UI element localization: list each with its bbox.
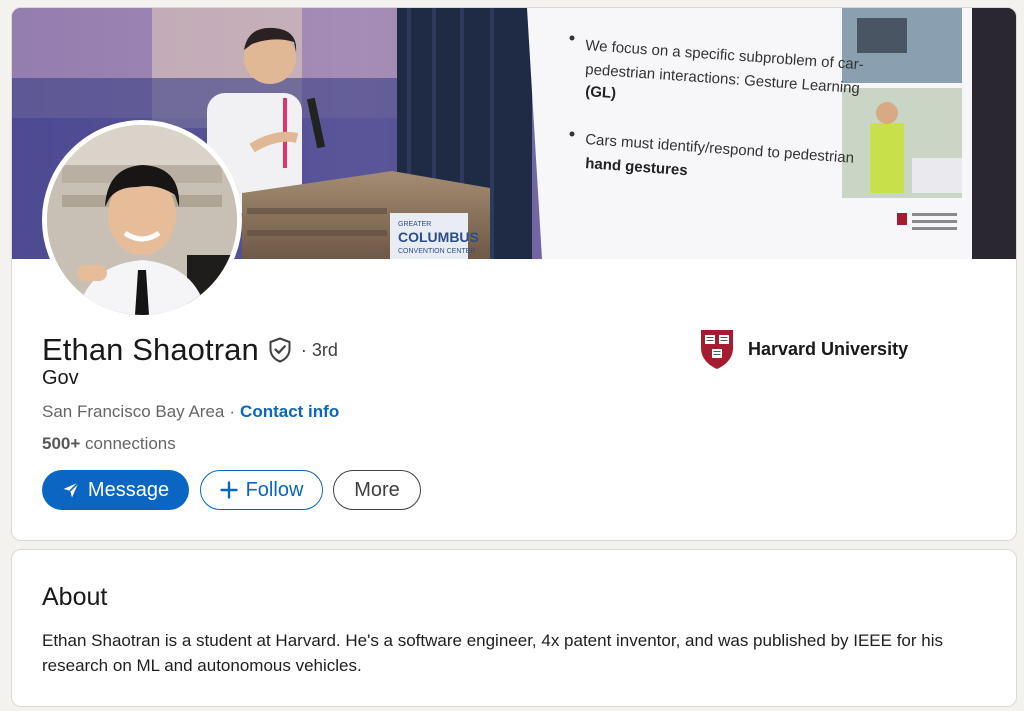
- follow-button[interactable]: Follow: [200, 470, 323, 510]
- location-separator: ·: [229, 402, 236, 421]
- about-text: Ethan Shaotran is a student at Harvard. …: [42, 631, 943, 675]
- podium-sign-line-1: GREATER: [398, 221, 431, 228]
- podium-sign-line-2: COLUMBUS: [398, 229, 479, 245]
- slide-bullet-1-line-3: (GL): [585, 83, 617, 102]
- school-name: Harvard University: [748, 338, 909, 359]
- location-row: San Francisco Bay Area · Contact info: [42, 402, 339, 422]
- contact-info-link[interactable]: Contact info: [240, 402, 339, 422]
- profile-card: We focus on a specific subproblem of car…: [11, 7, 1017, 541]
- shield-check-icon[interactable]: [268, 337, 292, 363]
- profile-name: Ethan Shaotran: [42, 332, 259, 367]
- connections-number: 500+: [42, 434, 81, 453]
- profile-avatar[interactable]: [42, 120, 242, 320]
- send-icon: [62, 481, 80, 499]
- more-button-label: More: [354, 478, 400, 501]
- about-title: About: [42, 583, 108, 611]
- connection-degree: · 3rd: [300, 339, 338, 360]
- education-school[interactable]: Harvard University: [699, 328, 908, 370]
- message-button[interactable]: Message: [42, 470, 189, 510]
- about-card: About Ethan Shaotran is a student at Har…: [11, 549, 1017, 707]
- message-button-label: Message: [87, 478, 170, 501]
- follow-button-label: Follow: [245, 478, 304, 501]
- connections-label: connections: [85, 434, 176, 453]
- harvard-shield-icon: [699, 328, 735, 370]
- avatar-photo: [47, 125, 237, 315]
- profile-headline: Gov: [42, 367, 79, 389]
- profile-location: San Francisco Bay Area: [42, 402, 225, 421]
- name-row: Ethan Shaotran · 3rd: [42, 330, 338, 370]
- connections-count[interactable]: 500+ connections: [42, 434, 176, 454]
- podium-sign-line-3: CONVENTION CENTER: [398, 248, 475, 255]
- presentation-slide: We focus on a specific subproblem of car…: [527, 8, 972, 259]
- plus-icon: [219, 481, 238, 499]
- more-button[interactable]: More: [333, 470, 421, 510]
